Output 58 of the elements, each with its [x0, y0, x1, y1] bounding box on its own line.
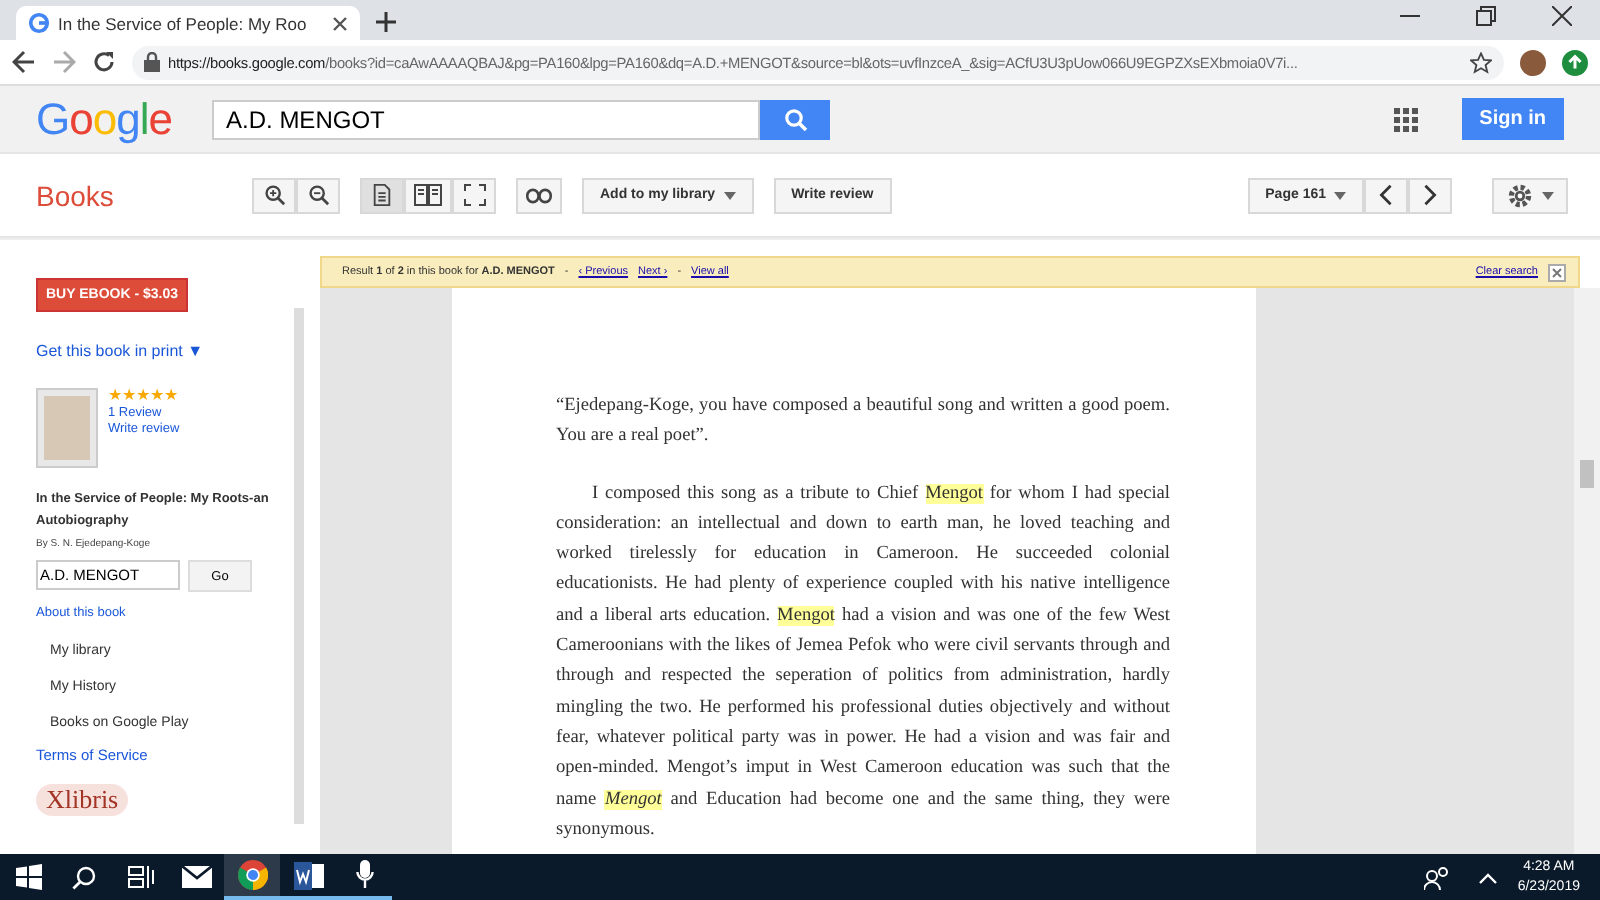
book-paragraph: “Ejedepang-Koge, you have composed a beautiful song and written a good poem. You are a real poet”. — [556, 394, 1170, 451]
previous-page-button[interactable] — [1364, 177, 1408, 213]
sign-in-button[interactable]: Sign in — [1461, 98, 1564, 140]
page-scrollbar[interactable] — [1574, 288, 1600, 854]
star-rating: ★★★★★ — [108, 388, 180, 404]
settings-icon — [1506, 181, 1534, 209]
zoom-out-button[interactable] — [296, 177, 340, 213]
chevron-left-icon — [1378, 184, 1394, 206]
close-icon[interactable] — [332, 15, 348, 31]
people-icon[interactable] — [1423, 865, 1450, 889]
caret-icon — [1542, 191, 1554, 199]
settings-button[interactable] — [1492, 177, 1568, 213]
profile-avatar-icon[interactable] — [1520, 49, 1546, 75]
caret-icon — [723, 191, 736, 199]
search-button[interactable] — [760, 99, 831, 139]
envelope-icon — [181, 866, 211, 888]
google-favicon-icon — [28, 12, 50, 34]
apps-grid-icon[interactable] — [1393, 107, 1418, 131]
next-page-button[interactable] — [1408, 177, 1452, 213]
windows-logo-icon — [15, 864, 41, 890]
close-icon[interactable] — [1548, 263, 1566, 281]
taskbar-button[interactable] — [336, 854, 392, 900]
two-pages-icon — [414, 184, 442, 206]
restore-icon[interactable] — [1476, 5, 1496, 25]
link-icon — [526, 187, 552, 203]
single-page-view-button[interactable] — [360, 177, 404, 213]
browser-logo-icon — [237, 860, 267, 890]
zoom-in-button[interactable] — [252, 177, 296, 213]
section-title: Books — [36, 179, 116, 211]
search-icon — [783, 107, 808, 131]
lock-icon — [144, 52, 160, 72]
chevron-up-icon[interactable] — [1477, 871, 1498, 883]
back-arrow-icon[interactable] — [12, 50, 36, 74]
fullscreen-button[interactable] — [452, 177, 496, 213]
fullscreen-icon — [463, 184, 485, 206]
new-tab-icon[interactable] — [376, 12, 396, 32]
search-icon — [72, 865, 96, 889]
close-icon[interactable] — [1552, 5, 1572, 25]
document-app-icon — [293, 861, 323, 889]
search-field[interactable]: A.D. MENGOT — [212, 99, 761, 139]
browser-tab[interactable]: In the Service of People: My Roo — [16, 6, 360, 40]
chevron-right-icon — [1422, 184, 1438, 206]
sidebar-scrollbar[interactable] — [294, 308, 304, 824]
link-button[interactable] — [516, 177, 562, 213]
reload-icon[interactable] — [92, 50, 116, 74]
taskbar-button[interactable] — [224, 854, 280, 900]
caret-icon — [1334, 191, 1346, 199]
zoom-in-icon — [263, 184, 285, 206]
publisher-logo: Xlibris — [36, 784, 129, 817]
page-icon — [372, 184, 392, 206]
zoom-out-icon — [307, 184, 329, 206]
book-paragraph: I composed this song as a tribute to Chief Mengot for whom I had special consideration: an intellectual and down to earth man, he loved teaching and worked tirelessly for education in Cameroon. He succeeded colonial educationists. He had plenty of experience coupled with his native intelligence and a liberal arts education. Mengot had a vision and was one of the few West Cameroonians with the likes of Jemea Pefok who were civil servants through and through and respected the seperation of politics from administration, hardly mingling the two. He performed his professional duties objectively and without fear, whatever political party was in power. He had a vision and was fair and open-minded. Mengot’s imput in West Cameroon education was such that the name Mengot and Education had become one and the same thing, they were synonymous. — [556, 481, 1170, 844]
star-icon[interactable] — [1470, 51, 1492, 73]
microphone-icon — [355, 860, 373, 890]
get-book-in-print-link[interactable]: Get this book in print ▼ — [36, 342, 204, 360]
update-icon[interactable] — [1562, 49, 1588, 75]
task-view-icon — [127, 866, 153, 888]
two-page-view-button[interactable] — [404, 177, 452, 213]
